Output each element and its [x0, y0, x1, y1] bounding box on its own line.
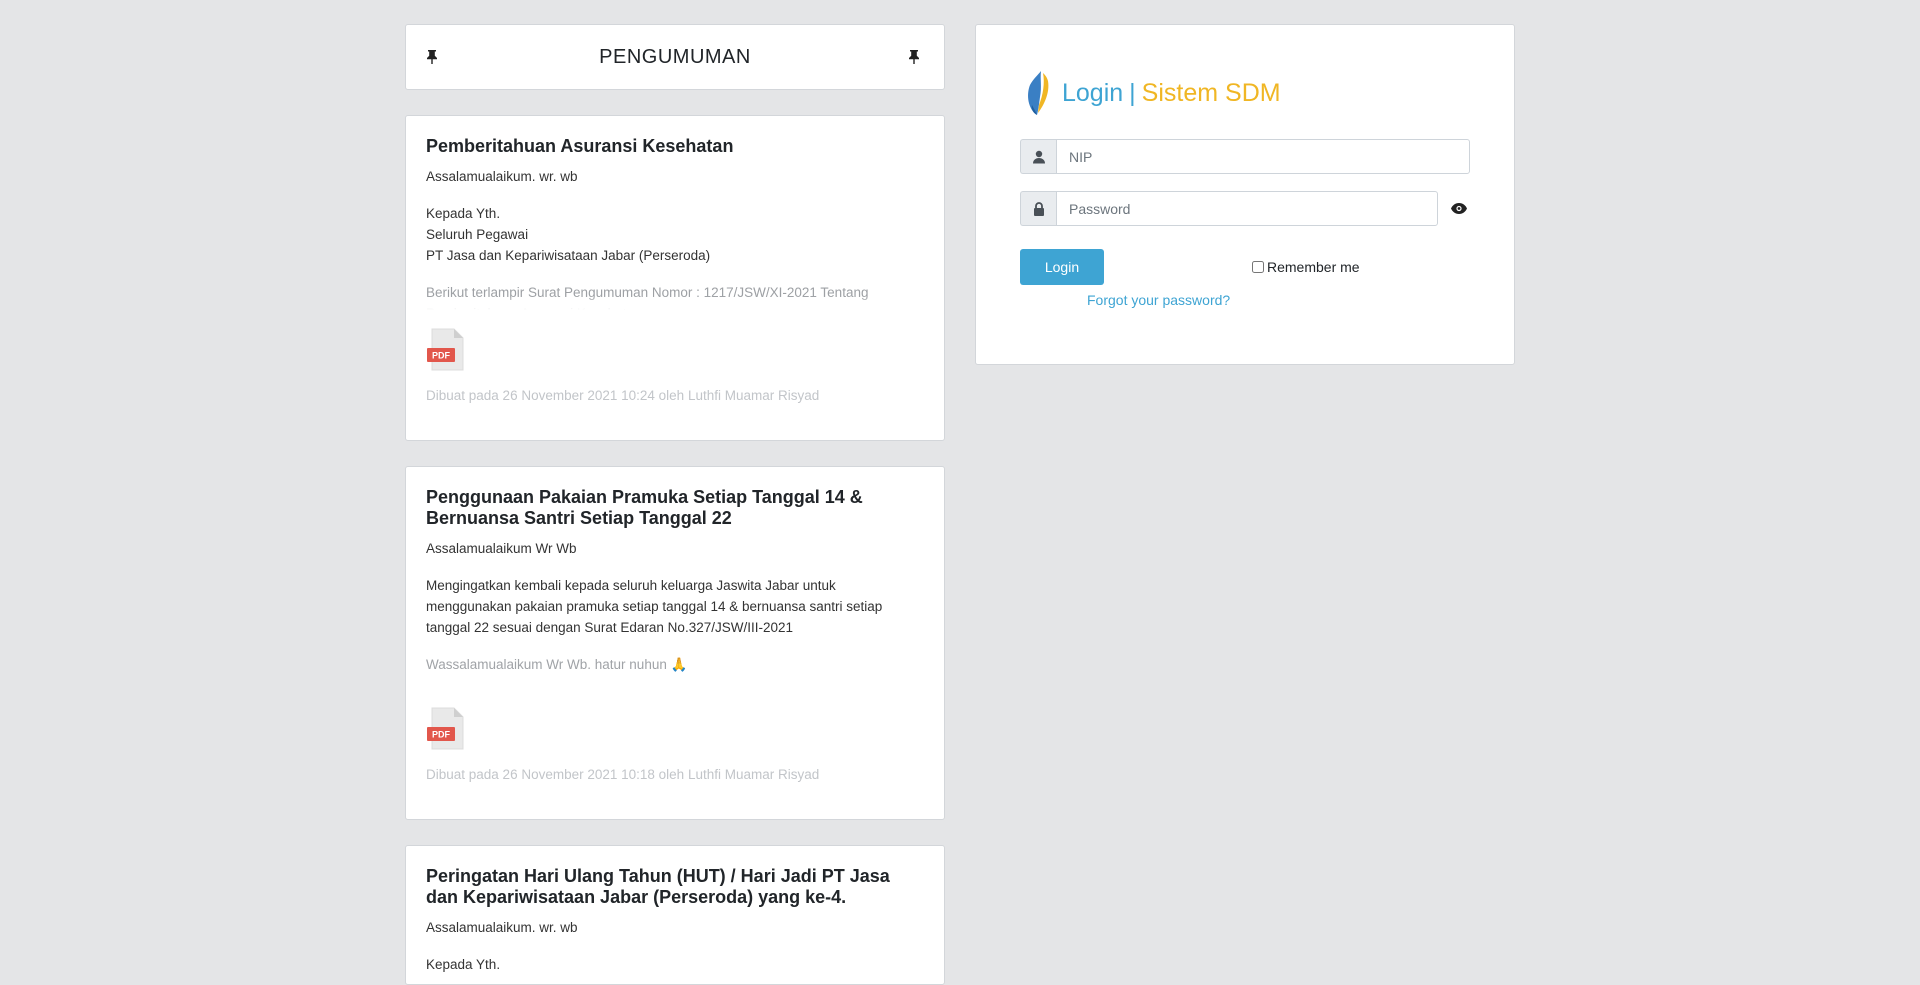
announcement-title[interactable]: Pemberitahuan Asuransi Kesehatan: [426, 136, 924, 157]
announcement-recipient: Kepada Yth.: [426, 957, 501, 972]
announcements-header: PENGUMUMAN: [405, 24, 945, 90]
announcement-title[interactable]: Penggunaan Pakaian Pramuka Setiap Tangga…: [426, 487, 924, 529]
announcement-card: Peringatan Hari Ulang Tahun (HUT) / Hari…: [405, 845, 945, 985]
recipient-line: PT Jasa dan Kepariwisataan Jabar (Perser…: [426, 248, 711, 263]
pin-icon: [426, 50, 442, 64]
brand-system-text: Sistem SDM: [1141, 78, 1281, 107]
eye-icon[interactable]: [1448, 203, 1470, 214]
remember-me-checkbox[interactable]: [1252, 261, 1264, 273]
announcement-greeting: Assalamualaikum. wr. wb: [426, 169, 578, 184]
remember-me[interactable]: Remember me: [1252, 259, 1360, 275]
nip-input-group: [1020, 139, 1470, 174]
announcement-body: Mengingatkan kembali kepada seluruh kelu…: [426, 578, 883, 635]
recipient-line: Kepada Yth.: [426, 206, 501, 221]
announcement-card: Pemberitahuan Asuransi Kesehatan Assalam…: [405, 115, 945, 441]
pin-icon: [908, 50, 924, 64]
password-input[interactable]: [1056, 191, 1438, 226]
preview-fade: [426, 296, 924, 310]
announcement-recipient: Kepada Yth. Seluruh Pegawai PT Jasa dan …: [426, 203, 924, 266]
pdf-label: PDF: [432, 730, 451, 740]
announcement-preview: Berikut terlampir Surat Pengumuman Nomor…: [426, 282, 924, 310]
password-input-group: [1020, 191, 1470, 226]
announcements-column: PENGUMUMAN Pemberitahuan Asuransi Keseha…: [405, 24, 945, 985]
lock-icon: [1020, 191, 1056, 226]
announcement-greeting: Assalamualaikum. wr. wb: [426, 920, 578, 935]
announcement-card: Penggunaan Pakaian Pramuka Setiap Tangga…: [405, 466, 945, 820]
remember-me-label: Remember me: [1267, 259, 1360, 275]
forgot-password-link[interactable]: Forgot your password?: [1087, 292, 1470, 308]
login-column: Login|Sistem SDM Login Re: [975, 24, 1515, 365]
brand-login-text: Login: [1062, 78, 1124, 107]
pdf-label: PDF: [432, 351, 451, 361]
announcement-greeting: Assalamualaikum Wr Wb: [426, 541, 577, 556]
recipient-line: Seluruh Pegawai: [426, 227, 529, 242]
announcement-closing: Wassalamualaikum Wr Wb. hatur nuhun 🙏: [426, 657, 688, 672]
announcement-meta: Dibuat pada 26 November 2021 10:18 oleh …: [426, 767, 820, 782]
user-icon: [1020, 139, 1056, 174]
brand: Login | Sistem SDM: [1020, 69, 1470, 117]
pdf-file-icon[interactable]: PDF: [426, 707, 466, 751]
announcements-title: PENGUMUMAN: [599, 45, 751, 68]
announcement-meta: Dibuat pada 26 November 2021 10:24 oleh …: [426, 388, 820, 403]
nip-input[interactable]: [1056, 139, 1470, 174]
brand-separator: |: [1129, 78, 1136, 107]
butterfly-logo-icon: [1028, 71, 1049, 115]
login-actions: Login Remember me: [1020, 249, 1470, 285]
login-button[interactable]: Login: [1020, 249, 1104, 285]
login-card: Login|Sistem SDM Login Re: [975, 24, 1515, 365]
pdf-file-icon[interactable]: PDF: [426, 328, 466, 372]
brand-title: Login | Sistem SDM: [1062, 79, 1281, 108]
announcement-title[interactable]: Peringatan Hari Ulang Tahun (HUT) / Hari…: [426, 866, 924, 908]
